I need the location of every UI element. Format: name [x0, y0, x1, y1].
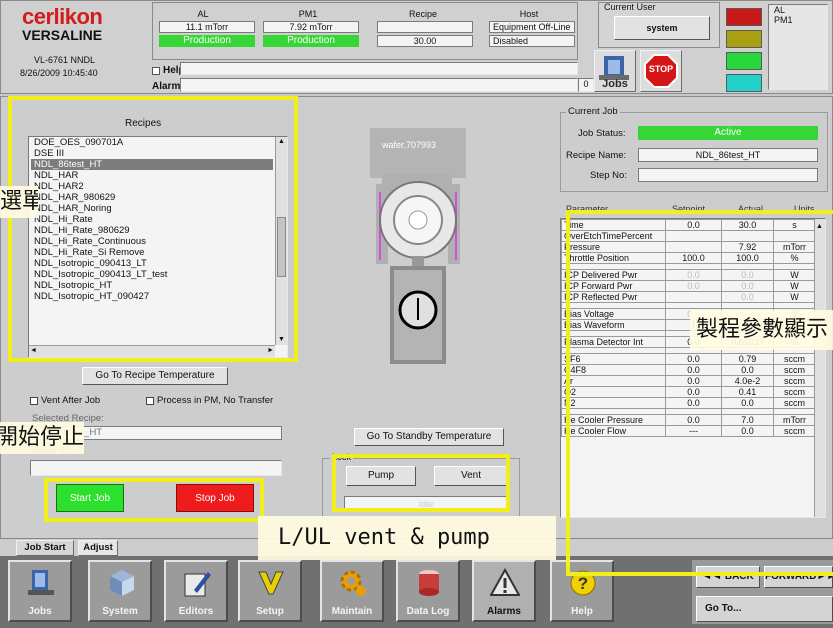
- help-field: [180, 62, 578, 75]
- highlight-start-stop: [44, 478, 264, 522]
- setup-icon: [258, 571, 284, 595]
- recipe-name-value: NDL_86test_HT: [638, 148, 818, 162]
- nav-maintain[interactable]: Maintain: [320, 560, 384, 622]
- recipe-name-label: Recipe Name:: [566, 150, 627, 161]
- goto-label: Go To...: [705, 603, 742, 614]
- current-user-button[interactable]: system: [614, 16, 710, 40]
- job-status-value: Active: [638, 126, 818, 140]
- pm1-state: Production: [263, 35, 359, 47]
- stop-button[interactable]: STOP: [640, 50, 682, 92]
- al-state: Production: [159, 35, 255, 47]
- current-job-title: Current Job: [566, 106, 620, 117]
- job-status-label: Job Status:: [578, 128, 626, 139]
- tab-job-start[interactable]: Job Start: [16, 540, 74, 556]
- indicator-yellow: [726, 30, 762, 48]
- nav-editors[interactable]: Editors: [164, 560, 228, 622]
- datetime: 8/26/2009 10:45:40: [20, 68, 98, 78]
- product-name: VERSALINE: [22, 27, 103, 43]
- jobs-quick-button[interactable]: Jobs: [594, 50, 636, 92]
- chamber-diagram: [370, 128, 466, 364]
- stop-label: STOP: [648, 64, 674, 74]
- wafer-id-field[interactable]: [30, 460, 282, 476]
- host-status: Equipment Off-Line: [489, 21, 575, 33]
- nav-help-label: Help: [571, 606, 593, 617]
- system-icon: [110, 570, 134, 596]
- goto-recipe-temp-button[interactable]: Go To Recipe Temperature: [82, 367, 228, 385]
- goto-standby-temp-button[interactable]: Go To Standby Temperature: [354, 428, 504, 446]
- nav-datalog-label: Data Log: [406, 606, 450, 617]
- maintain-icon: [340, 570, 366, 596]
- annotation-recipe-list: 選單: [0, 186, 38, 218]
- indicator-red: [726, 8, 762, 26]
- editors-icon: [184, 572, 211, 597]
- nav-editors-label: Editors: [178, 606, 214, 617]
- pm1-pressure: 7.92 mTorr: [263, 21, 359, 33]
- svg-text:?: ?: [578, 574, 588, 593]
- annotation-params: 製程參數顯示: [690, 310, 833, 350]
- highlight-recipe-list: [8, 96, 298, 362]
- nav-setup-label: Setup: [256, 606, 284, 617]
- jobs-icon: [28, 570, 54, 595]
- help-checkbox[interactable]: [152, 67, 160, 75]
- nav-alarms[interactable]: Alarms: [472, 560, 536, 622]
- nav-jobs[interactable]: Jobs: [8, 560, 72, 622]
- indicator-green: [726, 52, 762, 70]
- header-recipe-title: Recipe: [408, 9, 437, 19]
- current-user-label: Current User: [604, 2, 656, 12]
- host-enabled: Disabled: [489, 35, 575, 47]
- annotation-lock: L/UL vent & pump: [258, 516, 556, 560]
- alarm-count: 0: [578, 78, 594, 92]
- highlight-params: [566, 210, 833, 576]
- recipe-time: 30.00: [377, 35, 473, 47]
- nav-jobs-label: Jobs: [28, 606, 52, 617]
- logo: cerlikon VERSALINE: [22, 6, 140, 43]
- recipe-value: [377, 21, 473, 33]
- nav-system[interactable]: System: [88, 560, 152, 622]
- indicator-label-pm1: PM1: [774, 15, 793, 25]
- nav-system-label: System: [102, 606, 138, 617]
- process-no-transfer-label: Process in PM, No Transfer: [157, 395, 274, 406]
- jobs-quick-label: Jobs: [602, 78, 628, 90]
- status-header: AL PM1 Recipe Host 11.1 mTorr 7.92 mTorr…: [152, 2, 578, 60]
- brand-name: cerlikon: [22, 4, 103, 29]
- step-no-value: [638, 168, 818, 182]
- nav-maintain-label: Maintain: [331, 606, 373, 617]
- datalog-icon: [419, 570, 439, 596]
- indicator-cyan: [726, 74, 762, 92]
- wafer-label: wafer.707993: [382, 140, 437, 150]
- process-no-transfer-checkbox[interactable]: [146, 397, 154, 405]
- alarm-field: [180, 78, 578, 92]
- header-host-title: Host: [519, 9, 539, 19]
- vent-after-job-checkbox[interactable]: [30, 397, 38, 405]
- step-no-label: Step No:: [590, 170, 627, 181]
- highlight-lock: [332, 454, 510, 512]
- alarm-label: Alarm:: [152, 81, 184, 92]
- system-id: VL-6761 NNDL: [34, 55, 96, 65]
- nav-alarms-label: Alarms: [487, 606, 521, 617]
- vent-after-job-label: Vent After Job: [41, 395, 101, 406]
- nav-datalog[interactable]: Data Log: [396, 560, 460, 622]
- header-al-title: AL: [197, 9, 209, 19]
- goto-dropdown[interactable]: Go To...: [696, 596, 833, 622]
- annotation-start-stop: 開始停止: [0, 422, 84, 454]
- alarms-icon: [490, 568, 520, 596]
- header-pm1-title: PM1: [298, 9, 318, 19]
- al-pressure: 11.1 mTorr: [159, 21, 255, 33]
- tab-adjust[interactable]: Adjust: [78, 540, 118, 556]
- nav-setup[interactable]: Setup: [238, 560, 302, 622]
- indicator-label-al: AL: [774, 5, 786, 15]
